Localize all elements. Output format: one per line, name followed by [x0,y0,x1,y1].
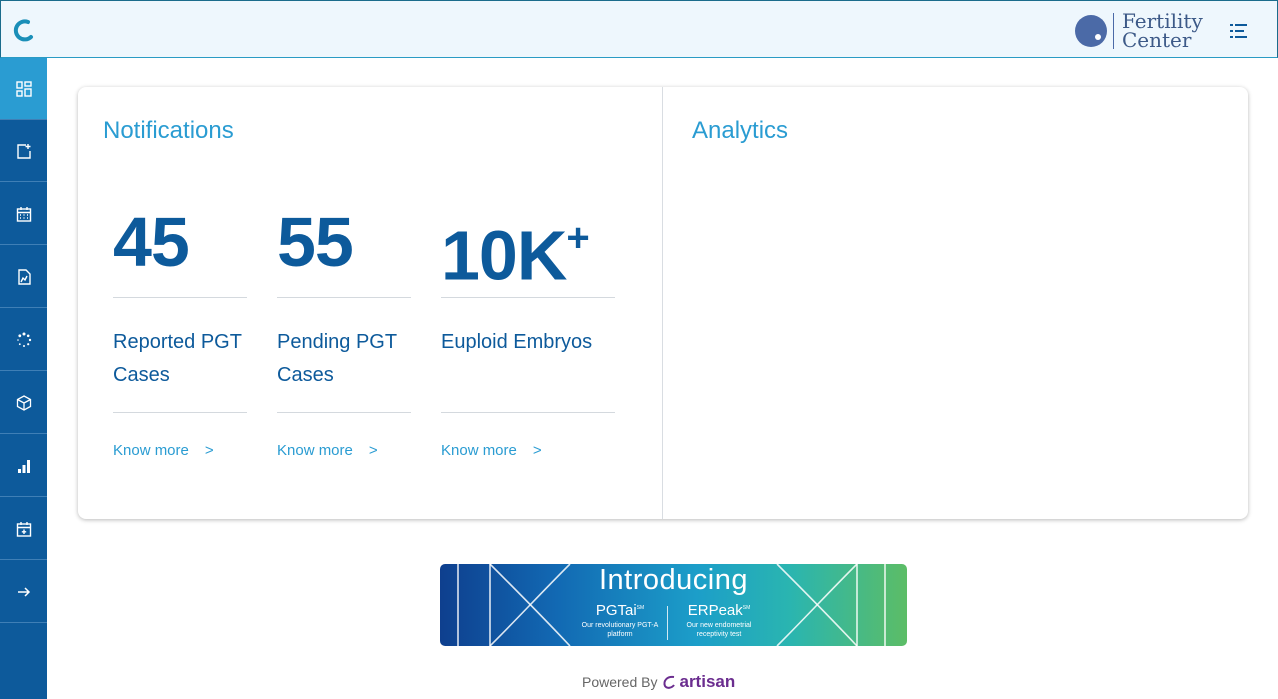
brand-name: Fertility Center [1122,11,1203,52]
sidebar-item-processing[interactable] [0,309,47,371]
chevron-right-icon: > [368,442,378,459]
dashboard-card: Notifications Analytics 45 Reported PGT … [78,87,1248,519]
artisan-brand[interactable]: artisan [679,672,735,692]
artisan-logo-icon [664,675,676,689]
sidebar-item-schedule[interactable] [0,498,47,560]
sidebar-item-dashboard[interactable] [0,58,47,120]
powered-by-text: Powered By [582,674,658,690]
banner-product-pgtai: PGTaiSM Our revolutionary PGT-A platform [581,602,659,638]
bar-chart-icon [17,459,30,473]
sidebar-item-reports[interactable] [0,246,47,308]
sidebar-item-new-case[interactable] [0,120,47,182]
arrow-right-icon [17,586,30,597]
chevron-right-icon: > [532,442,542,459]
report-icon [17,268,31,285]
loading-icon [16,332,31,347]
promo-banner[interactable]: Introducing PGTaiSM Our revolutionary PG… [440,564,907,646]
stat-reported-pgt: 45 Reported PGT Cases Know more > [113,197,247,459]
know-more-link[interactable]: Know more > [113,442,247,459]
stat-value: 55 [277,203,354,281]
sidebar-item-expand[interactable] [0,561,47,623]
sidebar-item-inventory[interactable] [0,372,47,434]
brand-line-2: Center [1122,28,1192,52]
stat-euploid-embryos: 10K+ Euploid Embryos Know more > [441,197,615,459]
dashboard-icon [15,80,32,97]
stat-pending-pgt: 55 Pending PGT Cases Know more > [277,197,411,459]
powered-by-footer: Powered By artisan [582,672,735,692]
top-bar: Fertility Center [0,0,1278,58]
sidebar-item-analytics[interactable] [0,435,47,497]
cube-icon [16,394,31,411]
know-more-link[interactable]: Know more > [441,442,615,459]
stat-value: 10K+ [441,216,590,295]
c-logo-icon[interactable] [10,18,34,42]
list-menu-icon[interactable] [1229,21,1249,41]
brand-mark-icon [1075,15,1107,47]
sidebar [0,58,47,699]
calendar-plus-icon [16,521,31,537]
banner-headline: Introducing [599,564,748,596]
chevron-right-icon: > [204,442,214,459]
card-divider [662,87,663,519]
stat-label: Euploid Embryos [441,331,593,353]
stat-label: Pending PGT Cases [277,331,397,386]
sidebar-item-calendar[interactable] [0,183,47,245]
stat-value: 45 [113,203,190,281]
stat-label: Reported PGT Cases [113,331,242,386]
calendar-icon [16,206,31,222]
brand-logo: Fertility Center [1075,11,1203,51]
notifications-title: Notifications [103,117,234,144]
banner-product-erpeak: ERPeakSM Our new endometrial receptivity… [686,602,752,638]
know-more-link[interactable]: Know more > [277,442,411,459]
analytics-title: Analytics [692,117,789,144]
add-document-icon [16,143,31,159]
